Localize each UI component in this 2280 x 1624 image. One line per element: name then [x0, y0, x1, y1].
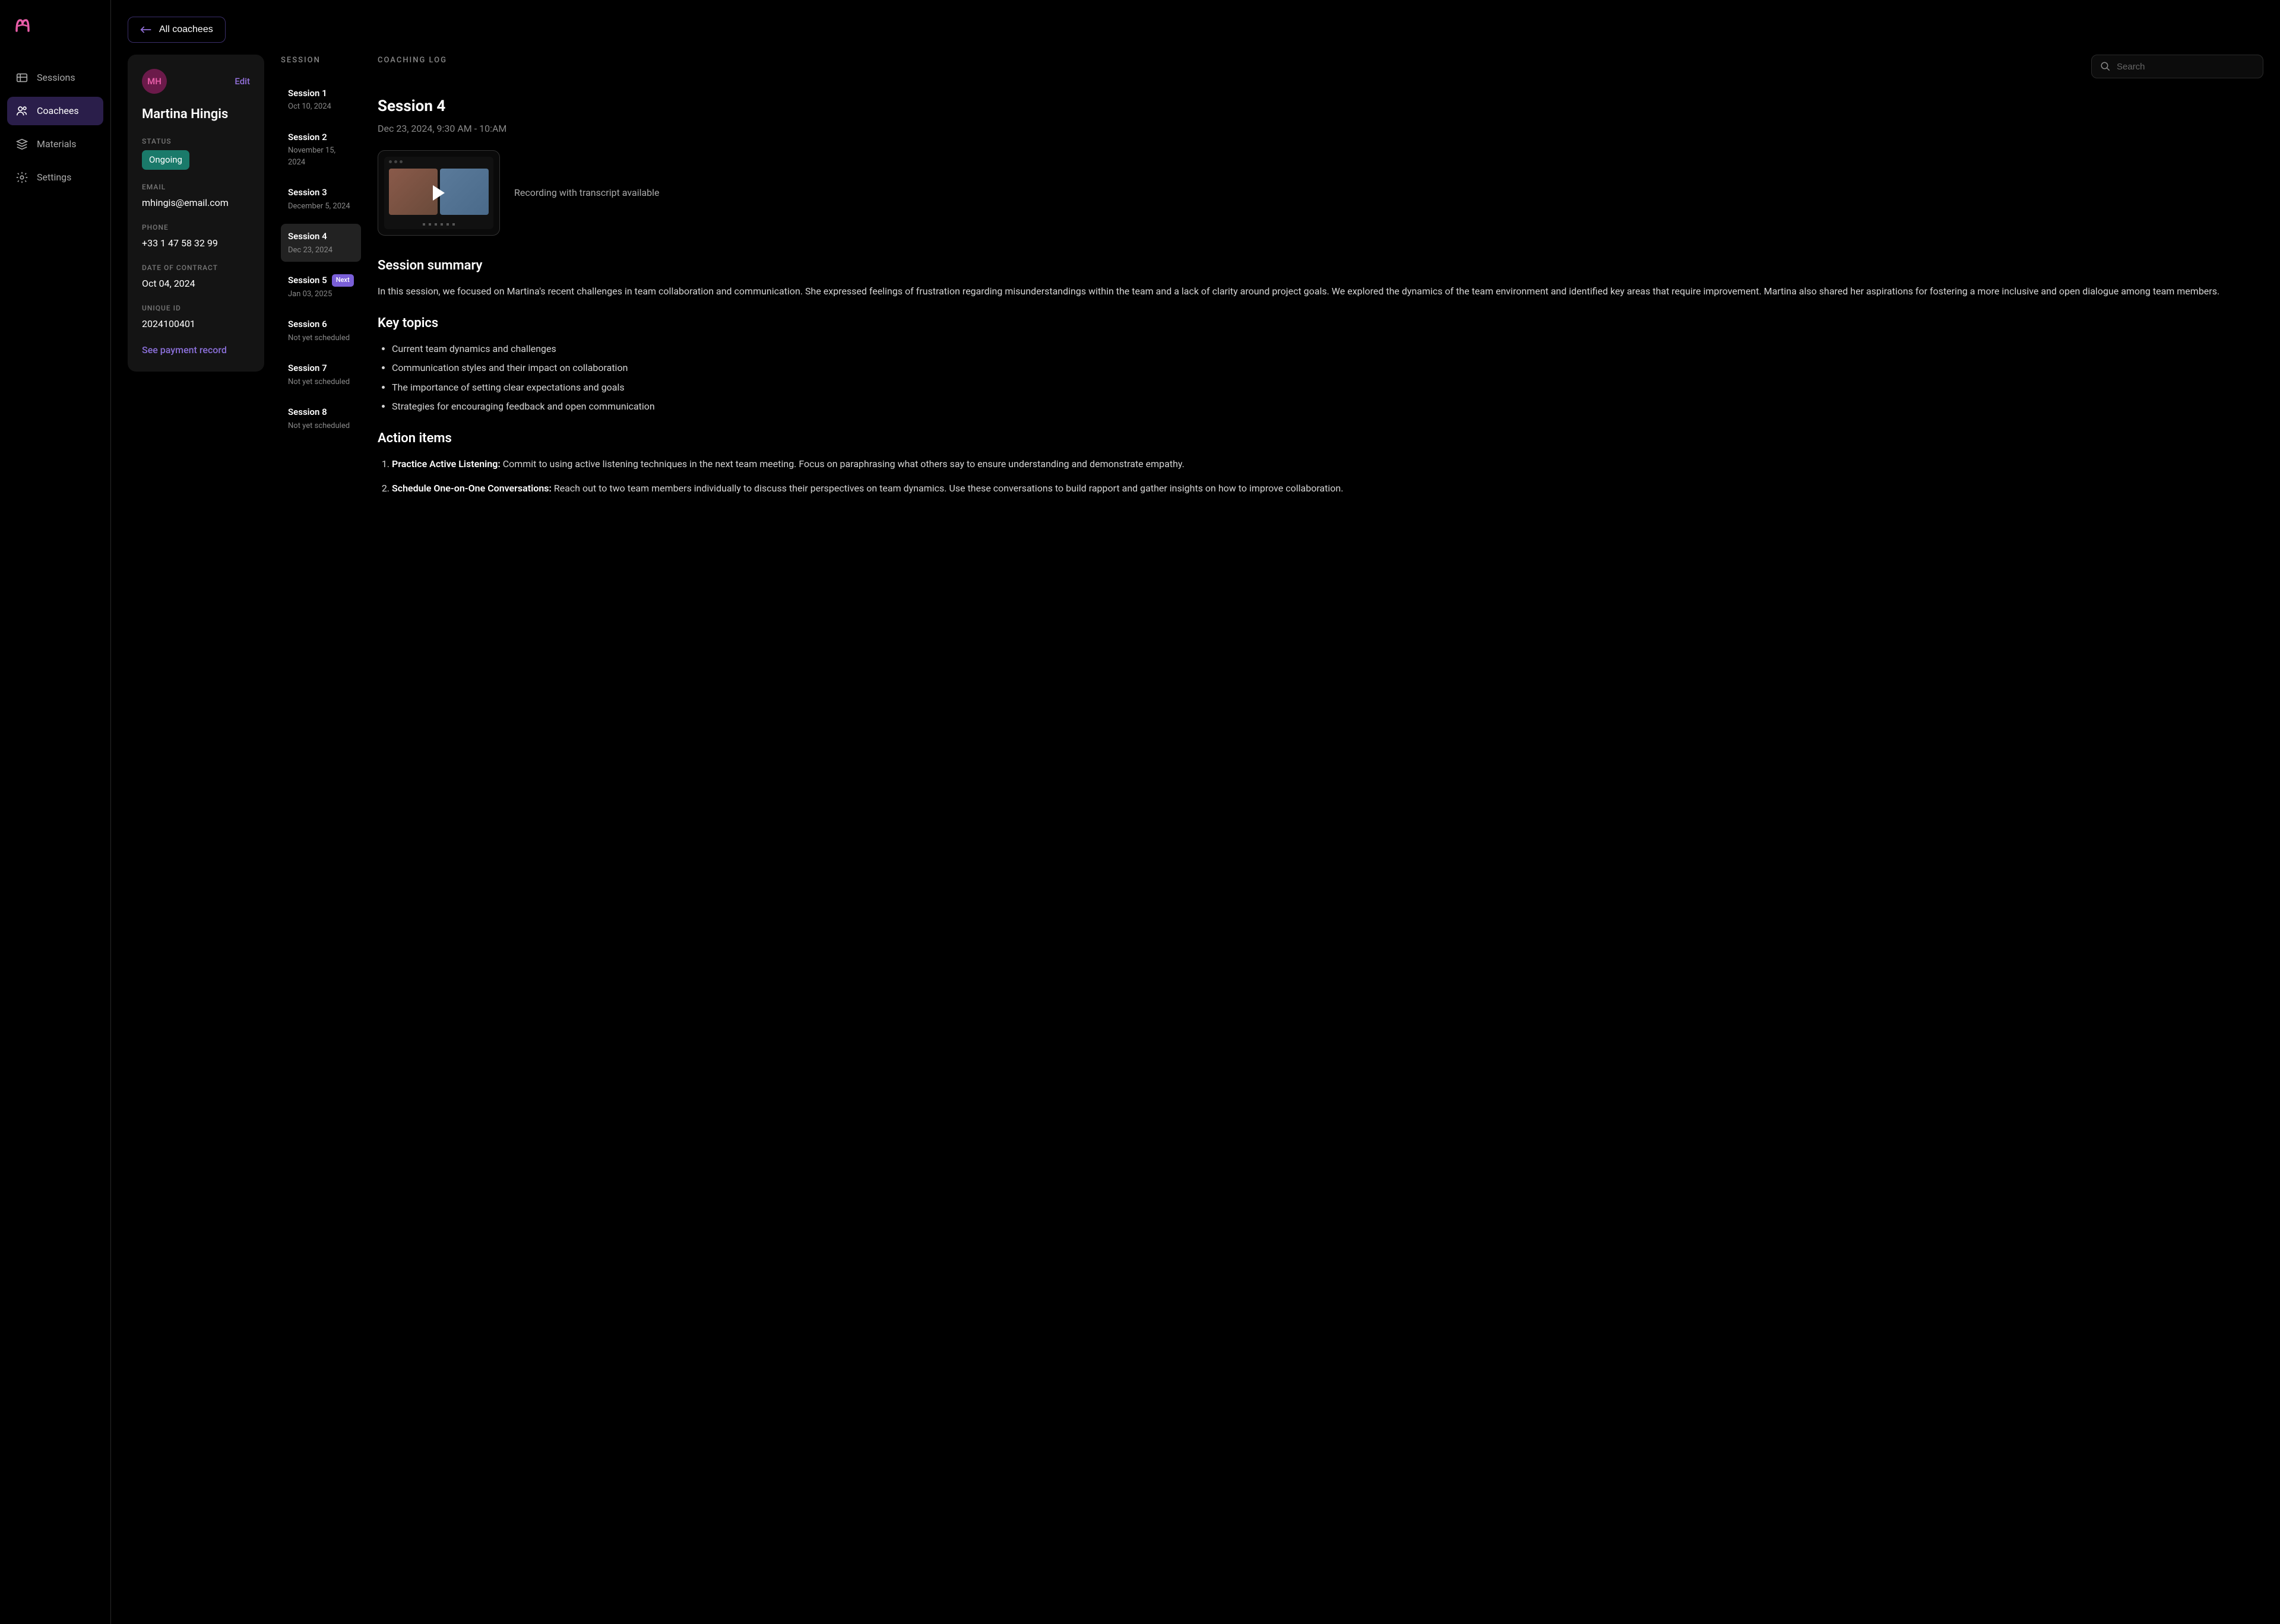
session-item-date: Dec 23, 2024 — [288, 245, 354, 256]
sidebar-item-materials[interactable]: Materials — [7, 130, 103, 158]
main-content: All coachees MH Edit Martina Hingis STAT… — [111, 0, 2280, 1624]
actions-heading: Action items — [378, 429, 2263, 448]
sidebar-item-label: Settings — [37, 170, 71, 185]
session-item-date: Not yet scheduled — [288, 420, 354, 432]
arrow-left-icon — [140, 25, 152, 34]
session-item-title: Session 8 — [288, 405, 354, 419]
topic-item: Strategies for encouraging feedback and … — [392, 399, 2263, 414]
next-badge: Next — [332, 274, 354, 287]
session-item[interactable]: Session 5NextJan 03, 2025 — [281, 268, 361, 306]
payment-record-link[interactable]: See payment record — [142, 343, 250, 357]
topic-item: The importance of setting clear expectat… — [392, 380, 2263, 395]
session-item[interactable]: Session 8Not yet scheduled — [281, 399, 361, 437]
back-button-label: All coachees — [159, 24, 213, 35]
session-item-title: Session 5Next — [288, 274, 354, 287]
coaching-log: COACHING LOG Session 4 Dec 23, 2024, 9:3… — [378, 55, 2263, 510]
session-item[interactable]: Session 2November 15, 2024 — [281, 125, 361, 175]
session-item-date: Jan 03, 2025 — [288, 288, 354, 300]
log-column-title: COACHING LOG — [378, 55, 447, 66]
session-item[interactable]: Session 7Not yet scheduled — [281, 356, 361, 394]
video-thumbnail[interactable] — [378, 150, 500, 236]
topics-list: Current team dynamics and challenges Comm… — [378, 341, 2263, 415]
video-controls-icon — [384, 223, 493, 226]
contract-value: Oct 04, 2024 — [142, 277, 250, 291]
session-item-date: November 15, 2024 — [288, 145, 354, 168]
sidebar-item-settings[interactable]: Settings — [7, 163, 103, 192]
play-icon — [433, 185, 445, 201]
session-item[interactable]: Session 6Not yet scheduled — [281, 312, 361, 350]
topics-heading: Key topics — [378, 313, 2263, 333]
session-item[interactable]: Session 1Oct 10, 2024 — [281, 81, 361, 119]
session-item[interactable]: Session 4 Dec 23, 2024 — [281, 224, 361, 262]
session-item-date: Oct 10, 2024 — [288, 101, 354, 113]
session-item-title: Session 6 — [288, 318, 354, 331]
sidebar-item-sessions[interactable]: Sessions — [7, 64, 103, 92]
session-item-date: Not yet scheduled — [288, 332, 354, 344]
session-item-title: Session 4 — [288, 230, 354, 243]
summary-text: In this session, we focused on Martina's… — [378, 284, 2263, 299]
settings-icon — [15, 171, 28, 184]
session-column-title: SESSION — [281, 55, 361, 66]
session-time: Dec 23, 2024, 9:30 AM - 10:AM — [378, 122, 2263, 136]
session-item-date: December 5, 2024 — [288, 201, 354, 212]
app-logo — [12, 14, 103, 40]
session-item-title: Session 2 — [288, 131, 354, 144]
sidebar: Sessions Coachees Materials Settings — [0, 0, 111, 1624]
coachee-card: MH Edit Martina Hingis STATUS Ongoing EM… — [128, 55, 264, 372]
session-item-title: Session 3 — [288, 186, 354, 199]
coachees-icon — [15, 104, 28, 118]
status-badge: Ongoing — [142, 150, 189, 170]
edit-link[interactable]: Edit — [235, 75, 250, 88]
sessions-icon — [15, 71, 28, 84]
session-item-title: Session 7 — [288, 361, 354, 375]
search-icon — [2100, 61, 2111, 72]
search-input-wrapper[interactable] — [2091, 55, 2263, 78]
actions-list: Practice Active Listening: Commit to usi… — [378, 456, 2263, 496]
video-caption: Recording with transcript available — [514, 186, 660, 200]
email-label: EMAIL — [142, 182, 250, 192]
search-input[interactable] — [2117, 62, 2254, 72]
sidebar-item-label: Coachees — [37, 104, 79, 118]
contract-label: DATE OF CONTRACT — [142, 262, 250, 273]
action-item: Practice Active Listening: Commit to usi… — [392, 456, 2263, 472]
email-value: mhingis@email.com — [142, 196, 250, 210]
uid-value: 2024100401 — [142, 317, 250, 331]
status-label: STATUS — [142, 136, 250, 147]
uid-label: UNIQUE ID — [142, 303, 250, 313]
session-list: SESSION Session 1Oct 10, 2024Session 2No… — [281, 55, 361, 443]
session-item[interactable]: Session 3 December 5, 2024 — [281, 180, 361, 218]
sidebar-item-coachees[interactable]: Coachees — [7, 97, 103, 125]
sidebar-item-label: Sessions — [37, 71, 75, 85]
avatar: MH — [142, 69, 167, 94]
phone-value: +33 1 47 58 32 99 — [142, 236, 250, 250]
session-item-title: Session 1 — [288, 87, 354, 100]
action-item: Schedule One-on-One Conversations: Reach… — [392, 481, 2263, 496]
phone-label: PHONE — [142, 222, 250, 233]
materials-icon — [15, 138, 28, 151]
back-button[interactable]: All coachees — [128, 17, 226, 43]
session-title: Session 4 — [378, 95, 2263, 118]
topic-item: Communication styles and their impact on… — [392, 360, 2263, 376]
window-dots-icon — [389, 160, 403, 163]
session-item-date: Not yet scheduled — [288, 376, 354, 388]
coachee-name: Martina Hingis — [142, 104, 250, 124]
sidebar-item-label: Materials — [37, 137, 77, 151]
summary-heading: Session summary — [378, 256, 2263, 275]
topic-item: Current team dynamics and challenges — [392, 341, 2263, 357]
